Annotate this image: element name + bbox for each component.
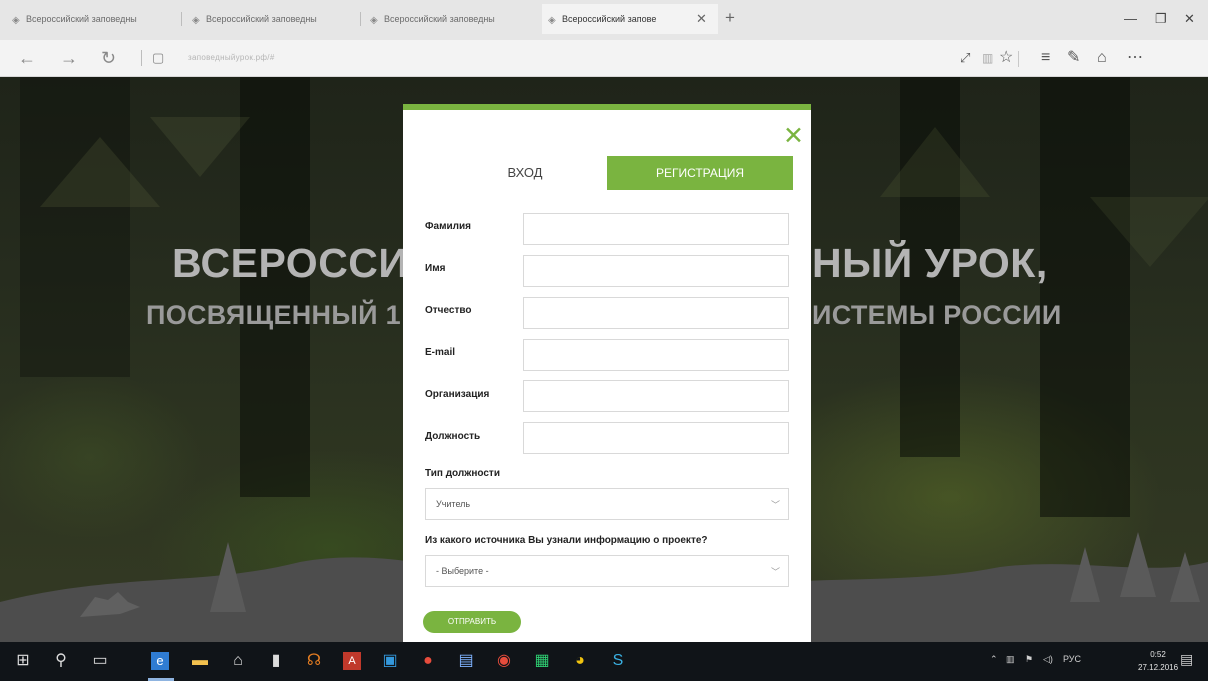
source-label: Из какого источника Вы узнали информацию… xyxy=(425,535,708,546)
favicon-icon: ◈ xyxy=(192,15,200,26)
windows-taskbar: ⊞ ⚲ ▭ e ▬ ⌂ ▮ ☊ A ▣ ● ▤ ◉ ▦ ◕ S ⌃ ▥ ⚑ ◁)… xyxy=(0,642,1208,681)
organization-label: Организация xyxy=(425,389,490,400)
chevron-down-icon: ﹀ xyxy=(770,500,780,510)
start-icon[interactable]: ⊞ xyxy=(14,652,32,670)
pattern-decoration xyxy=(880,127,990,197)
chevron-down-icon: ﹀ xyxy=(770,567,780,577)
email-field[interactable] xyxy=(523,339,789,371)
organization-field[interactable] xyxy=(523,380,789,412)
browser-tab-bar: ◈ Всероссийский заповедны ◈ Всероссийский … xyxy=(0,0,1208,40)
tray-chevron-icon[interactable]: ⌃ xyxy=(990,654,998,665)
tree-decoration xyxy=(240,77,310,497)
document-icon[interactable]: ▮ xyxy=(267,652,285,670)
select-value: Учитель xyxy=(436,499,471,509)
keyboard-language[interactable]: РУС xyxy=(1063,654,1081,664)
spreadsheet-icon[interactable]: ▦ xyxy=(533,652,551,670)
clock-date: 27.12.2016 xyxy=(1138,663,1179,672)
yandex-icon[interactable]: ● xyxy=(419,652,437,670)
tab-login[interactable]: ВХОД xyxy=(433,156,617,190)
hero-title: ВСЕРОССИ xyxy=(172,240,409,286)
more-icon[interactable]: ⋯ xyxy=(1127,48,1143,68)
tab-register[interactable]: РЕГИСТРАЦИЯ xyxy=(607,156,793,190)
hero-subtitle: ИСТЕМЫ РОССИИ xyxy=(812,300,1062,330)
network-icon[interactable]: ▥ xyxy=(1006,654,1015,665)
file-explorer-icon[interactable]: ▬ xyxy=(191,652,209,670)
reading-view-icon[interactable]: ▥ xyxy=(982,48,993,68)
email-label: E-mail xyxy=(425,347,456,358)
close-window-icon[interactable]: ✕ xyxy=(1184,10,1195,28)
notifications-icon[interactable]: ▤ xyxy=(1180,651,1193,668)
web-note-icon[interactable]: ✎ xyxy=(1067,48,1080,68)
pattern-decoration xyxy=(150,117,250,177)
browser-tab[interactable]: ◈ Всероссийский заповедны xyxy=(6,10,172,28)
tab-title: Всероссийский заповедны xyxy=(384,14,495,24)
divider xyxy=(1018,51,1019,67)
close-icon[interactable]: ✕ xyxy=(783,124,804,149)
browser-tab[interactable]: ◈ Всероссийский заповедны xyxy=(364,10,530,28)
restore-icon[interactable]: ❐ xyxy=(1155,10,1167,28)
favicon-icon: ◈ xyxy=(548,15,556,26)
favicon-icon: ◈ xyxy=(12,15,20,26)
page-icon: ▢ xyxy=(152,50,165,65)
share-icon[interactable]: ⤢ xyxy=(960,48,970,68)
minimize-icon[interactable]: — xyxy=(1124,10,1137,28)
mail-icon[interactable]: ▤ xyxy=(457,652,475,670)
favorite-star-icon[interactable]: ☆ xyxy=(999,48,1013,68)
new-tab-icon[interactable]: + xyxy=(725,8,735,28)
position-type-select[interactable]: Учитель ﹀ xyxy=(425,488,789,520)
store-icon[interactable]: ⌂ xyxy=(229,652,247,670)
task-view-icon[interactable]: ▭ xyxy=(91,652,109,670)
chrome-icon[interactable]: ◕ xyxy=(571,652,589,670)
tab-title: Всероссийский заповe xyxy=(562,14,657,24)
pattern-decoration xyxy=(40,137,160,207)
position-type-label: Тип должности xyxy=(425,468,500,479)
source-select[interactable]: - Выберите - ﹀ xyxy=(425,555,789,587)
favicon-icon: ◈ xyxy=(370,15,378,26)
patronymic-field[interactable] xyxy=(523,297,789,329)
flag-icon[interactable]: ⚑ xyxy=(1025,654,1033,665)
refresh-icon[interactable]: ↻ xyxy=(101,47,116,69)
surname-label: Фамилия xyxy=(425,221,471,232)
tab-separator xyxy=(360,12,361,26)
back-icon[interactable]: ← xyxy=(18,47,36,69)
skype-icon[interactable]: S xyxy=(609,652,627,670)
app-icon[interactable]: A xyxy=(343,652,361,670)
divider xyxy=(141,50,142,66)
browser-tab-active[interactable]: ◈ Всероссийский заповe xyxy=(542,4,718,34)
monitor-icon[interactable]: ▣ xyxy=(381,652,399,670)
hero-title: НЫЙ УРОК, xyxy=(812,240,1048,286)
position-field[interactable] xyxy=(523,422,789,454)
url-field[interactable]: заповедныйурок.рф/# xyxy=(188,53,275,62)
hub-icon[interactable]: ≡ xyxy=(1041,48,1050,68)
tree-decoration xyxy=(1040,77,1130,517)
volume-icon[interactable]: ◁) xyxy=(1043,654,1053,665)
search-icon[interactable]: ⚲ xyxy=(52,652,70,670)
submit-button[interactable]: ОТПРАВИТЬ xyxy=(423,611,521,633)
surname-field[interactable] xyxy=(523,213,789,245)
tab-title: Всероссийский заповедны xyxy=(206,14,317,24)
position-label: Должность xyxy=(425,431,481,442)
clock[interactable]: 0:52 27.12.2016 xyxy=(1138,648,1178,674)
address-bar: ← → ↻ ▢ заповедныйурок.рф/# ⤢ ▥ ☆ ≡ ✎ ⌂ … xyxy=(0,40,1208,77)
clock-time: 0:52 xyxy=(1150,650,1166,659)
yandex-browser-icon[interactable]: ◉ xyxy=(495,652,513,670)
edge-icon[interactable]: e xyxy=(151,652,169,670)
tab-title: Всероссийский заповедны xyxy=(26,14,137,24)
name-field[interactable] xyxy=(523,255,789,287)
pattern-decoration xyxy=(1090,197,1208,267)
select-value: - Выберите - xyxy=(436,566,489,576)
name-label: Имя xyxy=(425,263,446,274)
hero-subtitle: ПОСВЯЩЕННЫЙ 1 xyxy=(146,300,401,330)
patronymic-label: Отчество xyxy=(425,305,472,316)
browser-tab[interactable]: ◈ Всероссийский заповедны xyxy=(186,10,352,28)
close-tab-icon[interactable]: ✕ xyxy=(696,10,707,28)
registration-modal: ✕ ВХОД РЕГИСТРАЦИЯ Фамилия Имя Отчество … xyxy=(403,104,811,648)
forward-icon[interactable]: → xyxy=(60,47,78,69)
tree-decoration xyxy=(20,77,130,377)
tab-separator xyxy=(181,12,182,26)
headphones-icon[interactable]: ☊ xyxy=(305,652,323,670)
share-icon[interactable]: ⌂ xyxy=(1097,48,1107,68)
